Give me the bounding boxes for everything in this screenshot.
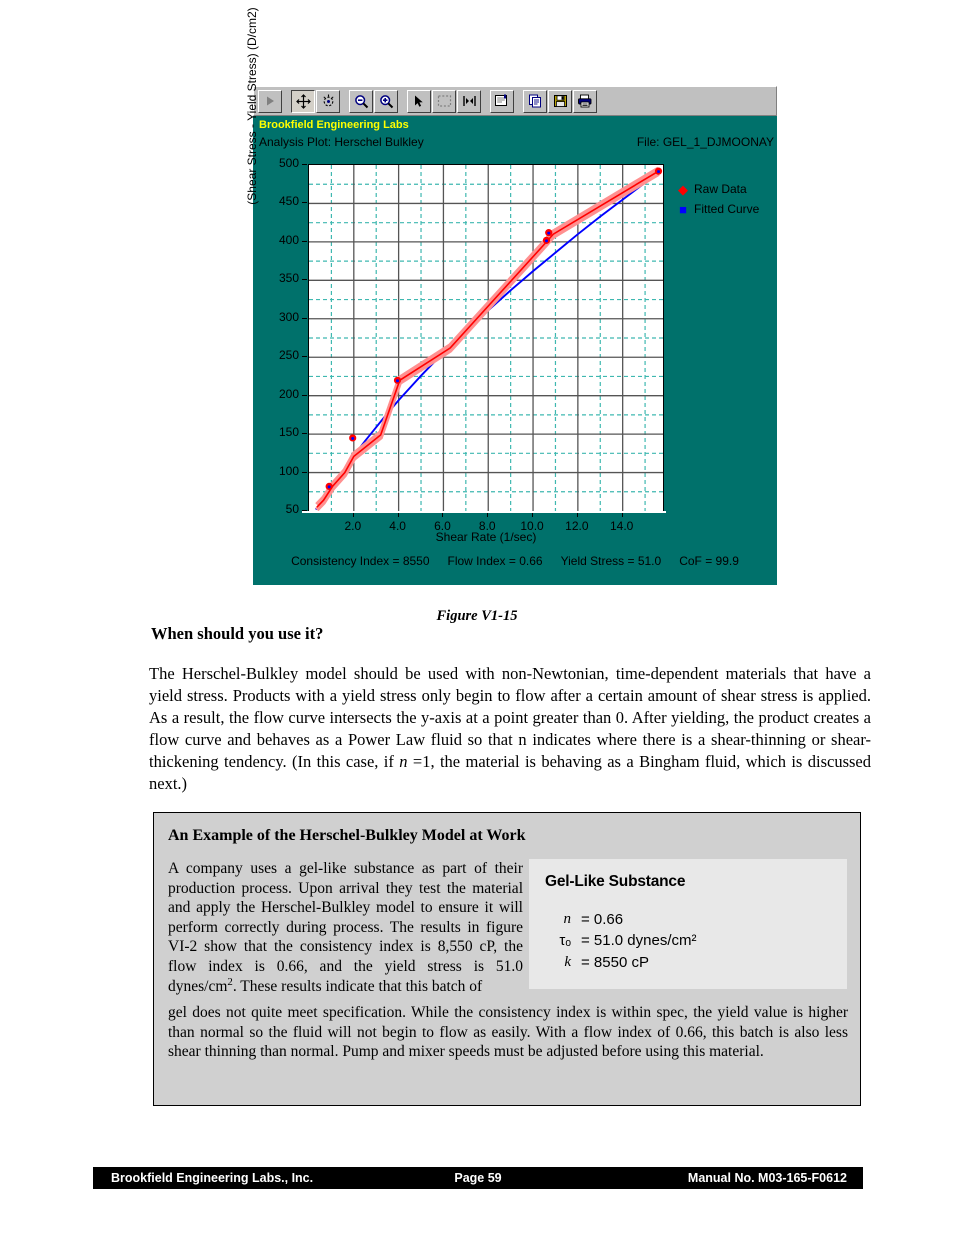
- y-tick-mark: [302, 394, 307, 396]
- y-axis-title: (Shear Stress - Yield Stress) (D/cm2): [245, 7, 259, 205]
- example-left-after: . These results indicate that this batch…: [232, 978, 483, 996]
- plot-stats-bar: Consistency Index = 8550 Flow Index = 0.6…: [253, 554, 777, 568]
- example-left-text: A company uses a gel-like substance as p…: [168, 859, 523, 997]
- footer-manual-number: Manual No. M03-165-F0612: [687, 1171, 847, 1185]
- example-box-title: An Example of the Herschel-Bulkley Model…: [168, 827, 526, 844]
- parameter-symbol: n: [563, 911, 572, 927]
- analysis-plot-window: Brookfield Engineering Labs Analysis Plo…: [245, 7, 777, 585]
- y-tick-150: 150: [278, 425, 299, 440]
- rotate-button[interactable]: [316, 89, 340, 113]
- y-tick-250: 250: [278, 348, 299, 363]
- legend-label: Fitted Curve: [694, 202, 760, 216]
- play-button[interactable]: [258, 89, 282, 113]
- page-footer: Page 59 Brookfield Engineering Labs., In…: [93, 1167, 863, 1189]
- data-series: [315, 166, 660, 511]
- parameter-value: = 51.0 dynes/cm²: [581, 932, 697, 950]
- y-tick-400: 400: [278, 232, 299, 247]
- parameter-rows: n = 0.66 τₒ = 51.0 dynes/cm² k = 8550 cP: [545, 909, 831, 973]
- parameter-card-title: Gel-Like Substance: [545, 873, 686, 890]
- zoom-out-button[interactable]: [349, 89, 373, 113]
- pan-button[interactable]: [291, 89, 315, 113]
- example-callout-box: An Example of the Herschel-Bulkley Model…: [153, 812, 861, 1106]
- plot-toolbar: [253, 86, 777, 116]
- parameter-row-1: n = 0.66: [545, 909, 831, 930]
- y-tick-mark: [302, 240, 307, 242]
- legend-label: Raw Data: [694, 182, 747, 196]
- section-heading: When should you use it?: [151, 624, 324, 643]
- y-tick-450: 450: [278, 194, 299, 209]
- fit-width-button[interactable]: [457, 89, 481, 113]
- legend-item-2: ■ Fitted Curve: [676, 199, 759, 219]
- parameter-row-2: τₒ = 51.0 dynes/cm²: [545, 930, 831, 951]
- stat-4: CoF = 99.9: [679, 554, 739, 568]
- body-paragraph-italic-n: n: [399, 751, 408, 771]
- x-axis-baseline: [302, 511, 666, 513]
- y-tick-mark: [302, 317, 307, 319]
- parameter-value: = 0.66: [581, 911, 624, 928]
- chart-legend: ◆ Raw Data ■ Fitted Curve: [676, 179, 759, 219]
- example-left-cm: cm: [208, 978, 228, 996]
- plot-subtitle: Analysis Plot: Herschel Bulkley: [259, 135, 424, 149]
- y-tick-mark: [302, 202, 307, 204]
- square-marker-icon: ■: [679, 201, 687, 217]
- footer-company: Brookfield Engineering Labs., Inc.: [111, 1171, 314, 1185]
- example-tail-text: gel does not quite meet specification. W…: [168, 1003, 848, 1061]
- parameter-card: Gel-Like Substance n = 0.66 τₒ = 51.0 dynes…: [529, 859, 847, 989]
- y-tick-mark: [302, 356, 307, 358]
- marquee-select-button[interactable]: [432, 89, 456, 113]
- zoom-in-button[interactable]: [374, 89, 398, 113]
- y-tick-100: 100: [278, 463, 299, 478]
- copy-button[interactable]: [523, 89, 547, 113]
- parameter-row-3: k = 8550 cP: [545, 952, 831, 973]
- example-left-main: A company uses a gel-like substance as p…: [168, 860, 523, 996]
- chart-plot-area[interactable]: [308, 164, 664, 512]
- pointer-button[interactable]: [407, 89, 431, 113]
- parameter-value: = 8550 cP: [581, 953, 649, 971]
- print-button[interactable]: [573, 89, 597, 113]
- properties-button[interactable]: [490, 89, 514, 113]
- y-tick-mark: [302, 164, 307, 165]
- figure-caption: Figure V1-15: [436, 608, 518, 624]
- chart-svg: [309, 165, 663, 511]
- y-tick-mark: [302, 471, 307, 473]
- body-paragraph: The Herschel-Bulkley model should be use…: [149, 663, 871, 795]
- y-tick-350: 350: [278, 271, 299, 286]
- diamond-marker-icon: ◆: [678, 181, 688, 197]
- stat-1: Consistency Index = 8550: [291, 554, 430, 568]
- parameter-symbol: k: [564, 953, 571, 970]
- stat-2: Flow Index = 0.66: [447, 554, 543, 568]
- x-axis-title: Shear Rate (1/sec): [435, 530, 537, 544]
- legend-item-1: ◆ Raw Data: [676, 179, 759, 199]
- plot-file-label: File: GEL_1_DJMOONAY: [636, 135, 774, 149]
- y-tick-300: 300: [278, 309, 299, 324]
- y-tick-500: 500: [278, 156, 299, 170]
- parameter-symbol: τₒ: [559, 932, 571, 950]
- stat-3: Yield Stress = 51.0: [560, 554, 662, 568]
- save-button[interactable]: [548, 89, 572, 113]
- plot-company-title: Brookfield Engineering Labs: [259, 119, 409, 131]
- y-tick-200: 200: [278, 386, 299, 401]
- y-tick-50: 50: [285, 502, 299, 516]
- minor-gridlines: [309, 165, 663, 511]
- y-tick-mark: [302, 433, 307, 435]
- y-tick-mark: [302, 279, 307, 281]
